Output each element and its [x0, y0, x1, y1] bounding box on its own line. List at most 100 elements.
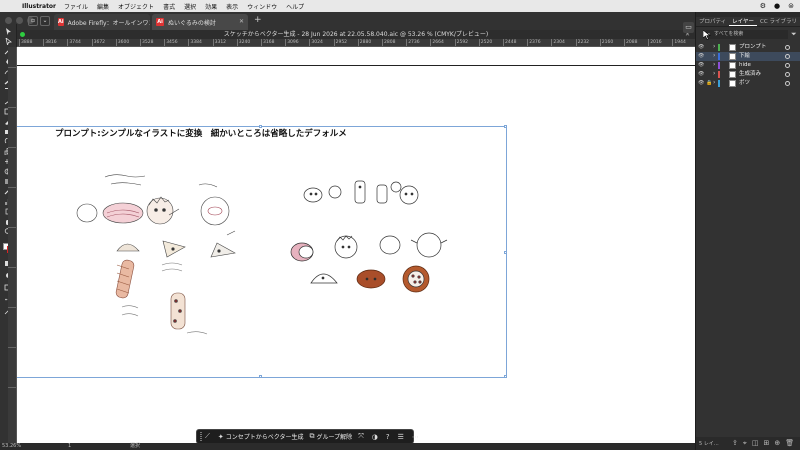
artboard-canvas[interactable]: プロンプト:シンプルなイラストに変換 細かいところは省略したデフォルメ [17, 47, 695, 443]
settings-icon[interactable]: ⚙ [760, 2, 766, 10]
artboard-number[interactable]: 1 [68, 443, 71, 450]
more-options-icon[interactable]: ⋯ [412, 433, 421, 441]
resize-handle[interactable] [504, 375, 507, 378]
ruler-tick-label: 3600 [115, 39, 130, 46]
resize-handle[interactable] [259, 375, 262, 378]
sync-status-icon [20, 32, 25, 37]
ungroup-icon: ⧉ [309, 432, 315, 440]
target-circle-icon[interactable] [785, 72, 790, 77]
ruler-tick-label: 2520 [478, 39, 493, 46]
target-circle-icon[interactable] [785, 45, 790, 50]
layer-color-bar [718, 44, 720, 51]
ungroup-button[interactable]: ⧉ グループ解除 [310, 432, 353, 441]
ruler-tick-label: 3672 [91, 39, 106, 46]
ruler-tick-label: 2160 [599, 39, 614, 46]
tab-layers[interactable]: レイヤー [729, 17, 758, 26]
new-layer-icon[interactable]: ⊕ [774, 439, 780, 448]
new-tab-button[interactable]: + [254, 15, 262, 25]
sidebar-toggle-icon[interactable]: ▫ [28, 16, 38, 26]
profile-icon[interactable]: ⊜ [788, 2, 794, 10]
expand-chevron-icon[interactable]: › [713, 79, 715, 86]
current-tool-status[interactable]: 選択 [130, 443, 140, 450]
transform-icon[interactable]: ⤧ [358, 432, 366, 441]
menu-lines-icon[interactable]: ☰ [398, 433, 406, 441]
pencil-sketch-group[interactable] [67, 165, 267, 345]
selection-tool-icon[interactable] [4, 28, 13, 35]
layer-name[interactable]: 下絵 [739, 52, 750, 61]
expand-chevron-icon[interactable]: › [713, 61, 715, 68]
tab-list-chevron-icon[interactable]: ⌄ [40, 16, 50, 26]
control-center-icon[interactable]: ● [774, 2, 780, 10]
mouse-cursor-icon [703, 30, 711, 40]
status-bar: 53.26% 1 選択 [0, 443, 695, 450]
drag-handle-icon[interactable] [200, 432, 202, 441]
resize-handle[interactable] [504, 125, 507, 128]
menu-window[interactable]: ウィンドウ [247, 2, 277, 11]
close-window-button[interactable] [5, 17, 12, 24]
comment-icon[interactable]: ▭ [683, 22, 694, 33]
delete-layer-icon[interactable]: 🗑 [785, 439, 794, 448]
locate-object-icon[interactable]: ⌖ [743, 439, 747, 448]
menu-effect[interactable]: 効果 [205, 2, 217, 11]
export-icon[interactable]: ⇪ [732, 439, 738, 448]
vertical-ruler[interactable] [8, 47, 17, 443]
target-circle-icon[interactable] [785, 81, 790, 86]
layer-name[interactable]: プロンプト [739, 43, 766, 52]
filter-icon[interactable]: ⏷ [791, 30, 797, 39]
layer-row-hide[interactable]: 👁 › hide [696, 61, 800, 70]
layer-row-underdrawing[interactable]: 👁 › 下絵 [696, 52, 800, 61]
menu-file[interactable]: ファイル [64, 2, 88, 11]
clipping-mask-icon[interactable]: ◫ [752, 439, 759, 448]
document-title-bar: スケッチからベクター生成 - 28 Jun 2026 at 22.05.58.0… [17, 30, 695, 39]
recolor-icon[interactable]: ◑ [372, 433, 380, 441]
tab-firefly[interactable]: Ai Adobe Firefly：オールインワン… [54, 14, 150, 30]
layer-name[interactable]: ボツ [739, 79, 750, 88]
ruler-tick-label: 3024 [309, 39, 323, 46]
layer-name[interactable]: 生成済み [739, 70, 761, 79]
close-tab-icon[interactable]: ✕ [239, 18, 244, 25]
app-window: Illustrator ファイル 編集 オブジェクト 書式 選択 効果 表示 ウ… [0, 0, 800, 450]
direct-selection-tool-icon[interactable] [4, 38, 13, 45]
minimize-window-button[interactable] [16, 17, 23, 24]
prompt-text-object[interactable]: プロンプト:シンプルなイラストに変換 細かいところは省略したデフォルメ [55, 127, 347, 139]
visibility-eye-icon[interactable]: 👁 [698, 44, 704, 50]
visibility-eye-icon[interactable]: 👁 [698, 62, 704, 68]
help-icon[interactable]: ? [386, 433, 392, 441]
layer-color-bar [718, 53, 720, 60]
menu-status-icons: ⚙ ● ⊜ [760, 2, 794, 10]
tab-properties[interactable]: プロパティ [696, 17, 729, 26]
vector-from-concept-button[interactable]: ✦ コンセプトからベクター生成 [217, 432, 304, 442]
generated-illustration-group[interactable] [289, 175, 449, 303]
app-name-menu[interactable]: Illustrator [22, 3, 56, 10]
sparkle-icon: ✦ [217, 432, 224, 441]
generative-wand-icon[interactable]: ⟋ [205, 432, 212, 441]
menu-object[interactable]: オブジェクト [118, 2, 154, 11]
ruler-tick-label: 2088 [624, 39, 638, 46]
tab-plush-study[interactable]: Ai ぬいぐるみの検討 ✕ [152, 14, 248, 30]
resize-handle[interactable] [504, 251, 507, 254]
menu-help[interactable]: ヘルプ [286, 2, 304, 11]
layer-search-field[interactable]: ⌕ すべてを検索 [706, 30, 788, 39]
layer-row-generated[interactable]: 👁 › 生成済み [696, 70, 800, 79]
menu-type[interactable]: 書式 [163, 2, 175, 11]
zoom-level[interactable]: 53.26% [2, 443, 21, 450]
expand-chevron-icon[interactable]: › [713, 43, 715, 50]
target-circle-icon[interactable] [785, 54, 790, 59]
tab-cc-libraries[interactable]: CC ライブラリ [757, 17, 800, 26]
horizontal-ruler[interactable]: 3888 3816 3744 3672 3600 3528 3456 3384 3312 3240… [17, 39, 695, 47]
layer-name[interactable]: hide [739, 61, 751, 70]
visibility-eye-icon[interactable]: 👁 [698, 80, 704, 86]
expand-chevron-icon[interactable]: › [713, 52, 715, 59]
layer-row-prompt[interactable]: 👁 › プロンプト [696, 43, 800, 52]
menu-edit[interactable]: 編集 [97, 2, 109, 11]
target-circle-icon[interactable] [785, 63, 790, 68]
menu-select[interactable]: 選択 [184, 2, 196, 11]
visibility-eye-icon[interactable]: 👁 [698, 71, 704, 77]
lock-icon[interactable]: 🔒 [706, 80, 712, 86]
layer-count: 5 レイ… [699, 441, 719, 447]
new-sublayer-icon[interactable]: ⊞ [763, 439, 769, 448]
visibility-eye-icon[interactable]: 👁 [698, 53, 704, 59]
layer-row-rejected[interactable]: 👁 🔒 › ボツ [696, 79, 800, 88]
menu-view[interactable]: 表示 [226, 2, 238, 11]
expand-chevron-icon[interactable]: › [713, 70, 715, 77]
